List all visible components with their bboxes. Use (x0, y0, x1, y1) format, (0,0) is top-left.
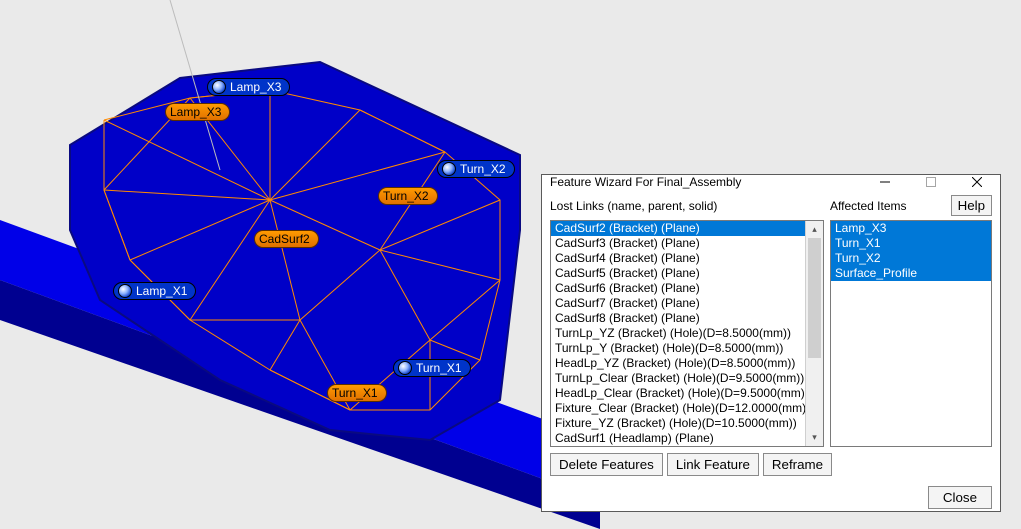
list-item[interactable]: HeadLp_Clear (Bracket) (Hole)(D=9.5000(m… (551, 386, 805, 401)
list-item[interactable]: TurnLp_Y (Bracket) (Hole)(D=8.5000(mm)) (551, 341, 805, 356)
feature-tag-turn-x2b[interactable]: Turn_X2 (378, 187, 438, 205)
feature-tag-label: CadSurf2 (259, 232, 310, 246)
affected-items-label: Affected Items (830, 199, 951, 213)
list-item[interactable]: CadSurf7 (Bracket) (Plane) (551, 296, 805, 311)
list-item[interactable]: HeadLp_YZ (Bracket) (Hole)(D=8.5000(mm)) (551, 356, 805, 371)
target-icon (118, 284, 132, 298)
list-item[interactable]: CadSurf1 (Headlamp) (Plane) (551, 431, 805, 446)
minimize-button[interactable] (862, 175, 908, 189)
feature-tag-label: Lamp_X1 (136, 284, 187, 298)
feature-tag-lamp-x3[interactable]: Lamp_X3 (207, 78, 290, 96)
feature-tag-lamp-x3b[interactable]: Lamp_X3 (165, 103, 230, 121)
feature-tag-label: Turn_X2 (460, 162, 506, 176)
delete-features-button[interactable]: Delete Features (550, 453, 663, 476)
titlebar[interactable]: Feature Wizard For Final_Assembly (542, 175, 1000, 189)
close-button[interactable]: Close (928, 486, 992, 509)
list-item[interactable]: Fixture_Clear (Bracket) (Hole)(D=12.0000… (551, 401, 805, 416)
list-item[interactable]: Turn_X2 (831, 251, 991, 266)
feature-tag-label: Lamp_X3 (230, 80, 281, 94)
maximize-button[interactable] (908, 175, 954, 189)
feature-tag-label: Turn_X1 (416, 361, 462, 375)
affected-items-listbox[interactable]: Lamp_X3Turn_X1Turn_X2Surface_Profile (830, 220, 992, 447)
target-icon (442, 162, 456, 176)
feature-tag-turn-x2[interactable]: Turn_X2 (437, 160, 515, 178)
lost-links-listbox[interactable]: CadSurf2 (Bracket) (Plane)CadSurf3 (Brac… (550, 220, 824, 447)
scroll-down-button[interactable]: ▾ (806, 429, 823, 446)
target-icon (398, 361, 412, 375)
feature-tag-lamp-x1[interactable]: Lamp_X1 (113, 282, 196, 300)
list-item[interactable]: CadSurf8 (Bracket) (Plane) (551, 311, 805, 326)
feature-tag-label: Turn_X2 (383, 189, 429, 203)
scroll-up-button[interactable]: ▴ (806, 221, 823, 238)
feature-tag-label: Lamp_X3 (170, 105, 221, 119)
bracket-body (70, 62, 520, 440)
list-item[interactable]: CadSurf2 (Bracket) (Plane) (551, 221, 805, 236)
list-item[interactable]: Fixture_YZ (Bracket) (Hole)(D=10.5000(mm… (551, 416, 805, 431)
list-item[interactable]: TurnLp_Clear (Bracket) (Hole)(D=9.5000(m… (551, 371, 805, 386)
list-item[interactable]: Lamp_X3 (831, 221, 991, 236)
list-item[interactable]: CadSurf3 (Bracket) (Plane) (551, 236, 805, 251)
feature-tag-turn-x1b[interactable]: Turn_X1 (327, 384, 387, 402)
list-item[interactable]: CadSurf6 (Bracket) (Plane) (551, 281, 805, 296)
feature-wizard-dialog: Feature Wizard For Final_Assembly Lost L… (541, 174, 1001, 512)
list-item[interactable]: Surface_Profile (831, 266, 991, 281)
feature-tag-cadsurf2[interactable]: CadSurf2 (254, 230, 319, 248)
list-item[interactable]: TurnLp_YZ (Bracket) (Hole)(D=8.5000(mm)) (551, 326, 805, 341)
lost-links-label: Lost Links (name, parent, solid) (550, 199, 830, 213)
help-button[interactable]: Help (951, 195, 992, 216)
dialog-title: Feature Wizard For Final_Assembly (550, 175, 862, 189)
feature-tag-turn-x1[interactable]: Turn_X1 (393, 359, 471, 377)
close-window-button[interactable] (954, 175, 1000, 189)
link-feature-button[interactable]: Link Feature (667, 453, 759, 476)
list-item[interactable]: CadSurf4 (Bracket) (Plane) (551, 251, 805, 266)
reframe-button[interactable]: Reframe (763, 453, 832, 476)
scrollbar[interactable]: ▴ ▾ (805, 221, 823, 446)
target-icon (212, 80, 226, 94)
list-item[interactable]: Turn_X1 (831, 236, 991, 251)
feature-tag-label: Turn_X1 (332, 386, 378, 400)
list-item[interactable]: CadSurf5 (Bracket) (Plane) (551, 266, 805, 281)
scroll-thumb[interactable] (808, 238, 821, 358)
